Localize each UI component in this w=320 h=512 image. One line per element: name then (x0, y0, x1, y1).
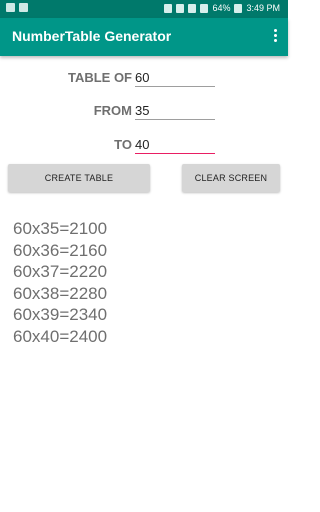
clock: 3:49 PM (246, 3, 280, 13)
wifi-icon (176, 4, 185, 13)
table-of-label: TABLE OF (67, 70, 132, 85)
result-line: 60x35=2100 (13, 219, 108, 238)
image-icon (6, 3, 15, 12)
battery-icon (234, 4, 243, 13)
app-title: NumberTable Generator (12, 28, 172, 44)
results-list: 60x35=2100 60x36=2160 60x37=2220 60x38=2… (13, 218, 107, 347)
result-line: 60x40=2400 (13, 326, 108, 346)
clear-screen-button[interactable]: CLEAR SCREEN (182, 164, 280, 192)
table-of-input[interactable] (135, 68, 215, 87)
sim-icon (188, 4, 197, 13)
create-table-button[interactable]: CREATE TABLE (8, 164, 150, 192)
more-vert-icon[interactable] (274, 29, 278, 43)
status-bar: 64% 3:49 PM (0, 0, 288, 18)
battery-percent: 64% (212, 3, 231, 13)
from-row: FROM (0, 95, 288, 123)
mute-icon (164, 4, 173, 13)
result-line: 60x39=2340 (13, 305, 108, 324)
message-icon (19, 3, 28, 12)
app-bar: NumberTable Generator (0, 18, 288, 56)
to-label: TO (114, 137, 132, 152)
signal-icon (200, 4, 209, 13)
table-of-row: TABLE OF (0, 62, 288, 90)
from-input[interactable] (135, 101, 215, 120)
to-row: TO (0, 129, 288, 157)
result-line: 60x38=2280 (13, 283, 108, 303)
result-line: 60x36=2160 (13, 240, 108, 260)
from-label: FROM (93, 103, 132, 118)
to-input[interactable] (135, 135, 215, 154)
result-line: 60x37=2220 (13, 262, 108, 281)
